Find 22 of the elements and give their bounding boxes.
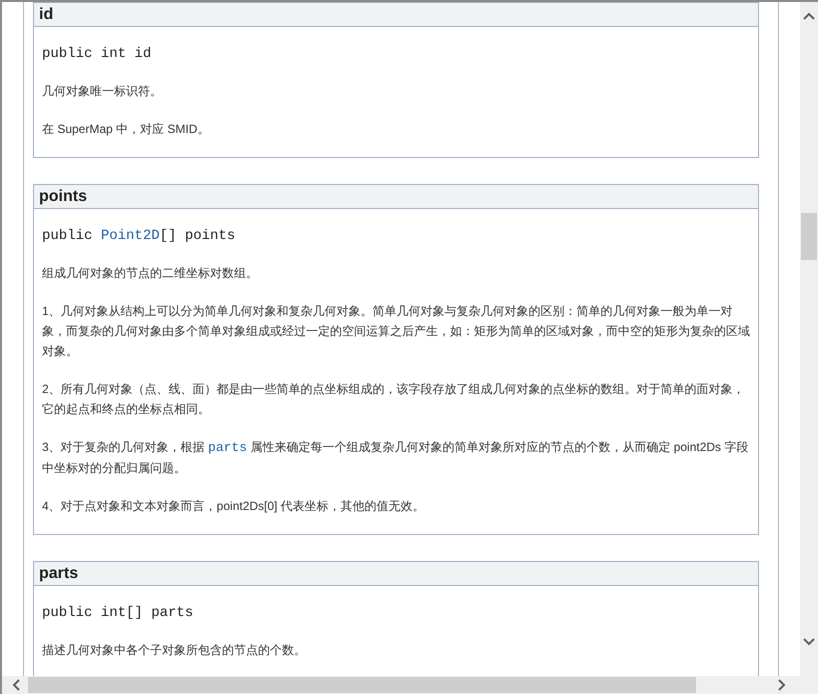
scroll-up-icon[interactable]	[803, 12, 815, 20]
description-text: 描述几何对象中各个子对象所包含的节点的个数。	[42, 642, 307, 659]
description-text: 2、所有几何对象（点、线、面）都是由一些简单的点坐标组成的，该字段存放了组成几何对象的点坐标的数组。对于简单的面对象，它的起点和终点的坐标点相同。	[42, 381, 746, 418]
scroll-left-icon[interactable]	[12, 679, 20, 691]
member-heading: parts	[34, 562, 758, 586]
code-signature: public Point2D[] points	[42, 227, 236, 245]
type-link[interactable]: parts	[208, 440, 248, 455]
description-text: 组成几何对象的节点的二维坐标对数组。	[42, 265, 259, 282]
description-text: 几何对象唯一标识符。	[42, 83, 163, 100]
description-text: 1、几何对象从结构上可以分为简单几何对象和复杂几何对象。简单几何对象与复杂几何对象的区别：简单的几何对象一般为单一对象，而复杂的几何对象由多个简单对象组成或经过一定的空间运算之后产生，如：矩形为简单的区域对象，而中空的矩形为复杂的区域对象。	[42, 303, 750, 360]
member-heading: id	[34, 3, 758, 27]
code-signature: public int id	[42, 45, 152, 63]
scroll-right-icon[interactable]	[778, 679, 786, 691]
scroll-down-icon[interactable]	[803, 638, 815, 646]
description-text: 在 SuperMap 中，对应 SMID。	[42, 121, 210, 138]
scrollbar-thumb[interactable]	[28, 677, 696, 693]
description-text: 4、对于点对象和文本对象而言，point2Ds[0] 代表坐标，其他的值无效。	[42, 498, 426, 515]
type-link[interactable]: Point2D	[100, 228, 160, 244]
code-signature: public int[] parts	[42, 604, 194, 622]
description-text: 3、对于复杂的几何对象，根据 parts 属性来确定每一个组成复杂几何对象的简单对象所对应的节点的个数，从而确定 point2Ds 字段中坐标对的分配归属问题。	[42, 439, 750, 477]
scrollbar-thumb[interactable]	[801, 213, 817, 260]
member-heading: points	[34, 185, 758, 209]
